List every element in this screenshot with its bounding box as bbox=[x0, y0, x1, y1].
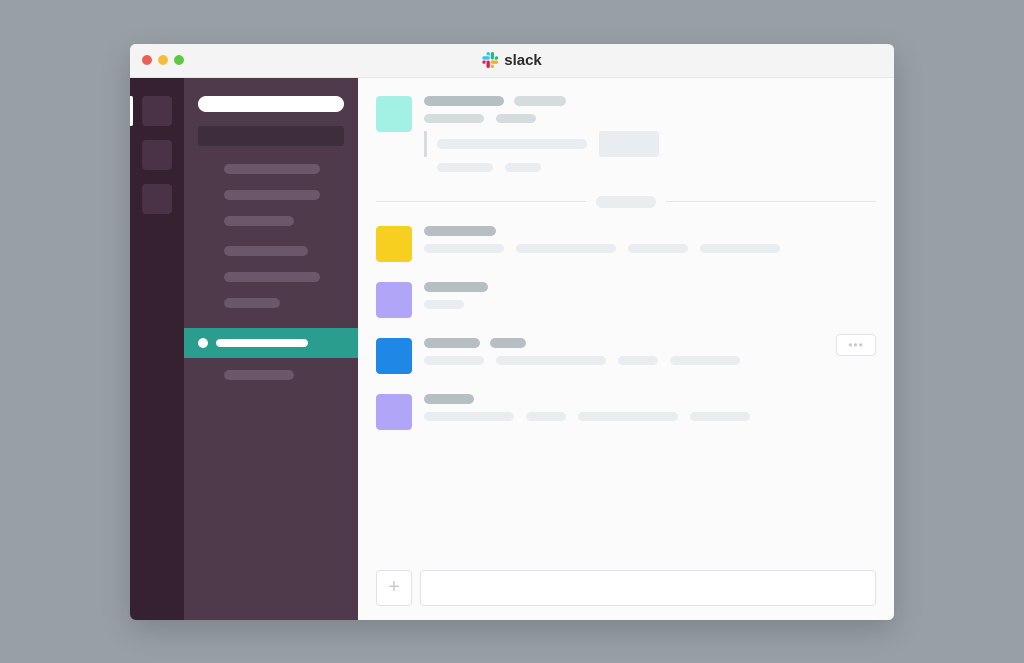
attach-button[interactable]: + bbox=[376, 570, 412, 606]
message-input[interactable] bbox=[420, 570, 876, 606]
message-text bbox=[670, 356, 740, 365]
message-text bbox=[424, 412, 514, 421]
workspace-rail bbox=[130, 78, 184, 620]
message-username[interactable] bbox=[424, 338, 480, 348]
window-controls bbox=[142, 55, 184, 65]
message-text bbox=[618, 356, 658, 365]
divider-line bbox=[376, 201, 586, 202]
avatar[interactable] bbox=[376, 394, 412, 430]
message-text bbox=[628, 244, 688, 253]
quoted-reply-meta bbox=[424, 163, 876, 172]
workspace-switcher-item[interactable] bbox=[142, 184, 172, 214]
app-window: slack bbox=[130, 44, 894, 620]
message[interactable] bbox=[376, 226, 876, 262]
divider-line bbox=[666, 201, 876, 202]
message-username[interactable] bbox=[424, 282, 488, 292]
message-text bbox=[526, 412, 566, 421]
message[interactable] bbox=[376, 96, 876, 172]
message-text bbox=[424, 114, 484, 123]
channel-item[interactable] bbox=[224, 246, 308, 256]
message-username[interactable] bbox=[424, 394, 474, 404]
channel-item[interactable] bbox=[224, 216, 294, 226]
more-icon: ••• bbox=[848, 338, 864, 352]
message-username[interactable] bbox=[424, 96, 504, 106]
avatar[interactable] bbox=[376, 338, 412, 374]
titlebar: slack bbox=[130, 44, 894, 78]
message-timestamp bbox=[514, 96, 566, 106]
channel-item[interactable] bbox=[224, 298, 280, 308]
sidebar-search-input[interactable] bbox=[198, 126, 344, 146]
channel-item[interactable] bbox=[224, 272, 320, 282]
avatar[interactable] bbox=[376, 96, 412, 132]
maximize-window-button[interactable] bbox=[174, 55, 184, 65]
hash-icon bbox=[198, 338, 208, 348]
sidebar-group bbox=[184, 164, 358, 226]
workspace-selected-indicator bbox=[130, 96, 133, 126]
message-pane: ••• bbox=[358, 78, 894, 620]
message-text bbox=[516, 244, 616, 253]
minimize-window-button[interactable] bbox=[158, 55, 168, 65]
workspace-switcher-item[interactable] bbox=[142, 140, 172, 170]
message-text bbox=[700, 244, 780, 253]
message-text bbox=[496, 356, 606, 365]
app-title: slack bbox=[482, 52, 542, 69]
channel-item-label bbox=[216, 339, 308, 347]
slack-logo-icon bbox=[482, 52, 498, 68]
message[interactable] bbox=[376, 282, 876, 318]
channel-item[interactable] bbox=[224, 164, 320, 174]
quoted-reply[interactable] bbox=[424, 131, 876, 157]
close-window-button[interactable] bbox=[142, 55, 152, 65]
message-text bbox=[690, 412, 750, 421]
message-username[interactable] bbox=[424, 226, 496, 236]
sidebar bbox=[184, 78, 358, 620]
message-text bbox=[496, 114, 536, 123]
message-text bbox=[424, 244, 504, 253]
sidebar-group bbox=[184, 246, 358, 308]
avatar[interactable] bbox=[376, 226, 412, 262]
avatar[interactable] bbox=[376, 282, 412, 318]
thread-attachment[interactable] bbox=[599, 131, 659, 157]
message[interactable] bbox=[376, 394, 876, 430]
message[interactable]: ••• bbox=[376, 338, 876, 374]
date-divider bbox=[376, 196, 876, 208]
message-text bbox=[578, 412, 678, 421]
message-actions-button[interactable]: ••• bbox=[836, 334, 876, 356]
channel-item[interactable] bbox=[224, 190, 320, 200]
message-composer: + bbox=[376, 570, 876, 606]
workspace-switcher-item[interactable] bbox=[142, 96, 172, 126]
channel-item-selected[interactable] bbox=[184, 328, 358, 358]
divider-label bbox=[596, 196, 656, 208]
quote-text bbox=[437, 139, 587, 149]
message-timestamp bbox=[490, 338, 526, 348]
app-title-text: slack bbox=[504, 52, 542, 69]
message-text bbox=[424, 356, 484, 365]
plus-icon: + bbox=[388, 576, 400, 599]
message-text bbox=[424, 300, 464, 309]
channel-item[interactable] bbox=[224, 370, 294, 380]
workspace-name[interactable] bbox=[198, 96, 344, 112]
